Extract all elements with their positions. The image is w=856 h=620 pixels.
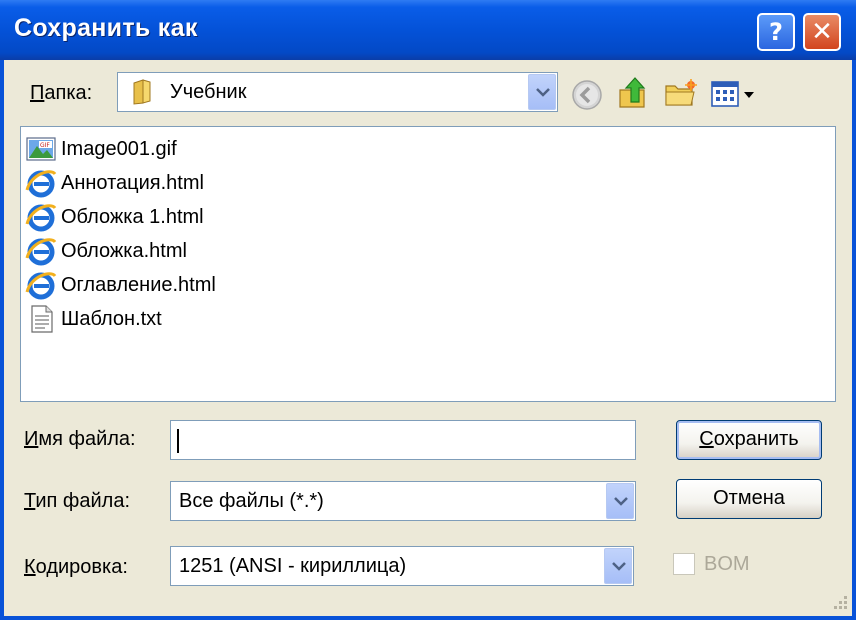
folder-icon — [133, 79, 151, 105]
ie-html-icon — [25, 238, 57, 266]
help-button[interactable]: ? — [757, 13, 795, 51]
encoding-label: Кодировка: — [24, 556, 128, 578]
filetype-dropdown-button[interactable] — [606, 483, 634, 519]
views-menu-icon[interactable] — [710, 80, 758, 108]
text-file-icon — [31, 305, 53, 333]
filetype-value: Все файлы (*.*) — [179, 490, 324, 512]
filename-label: Имя файла: — [24, 428, 136, 450]
text-caret — [177, 429, 179, 453]
resize-grip-icon[interactable] — [828, 592, 850, 614]
file-name: Обложка.html — [61, 239, 187, 262]
file-item[interactable]: Аннотация.html — [25, 167, 204, 199]
filename-input[interactable] — [170, 420, 636, 460]
folder-value: Учебник — [170, 81, 247, 103]
new-folder-icon[interactable] — [664, 78, 698, 108]
file-item[interactable]: Оглавление.html — [25, 269, 216, 301]
file-item[interactable]: Шаблон.txt — [25, 303, 162, 335]
bom-label: BOM — [704, 553, 750, 575]
ie-html-icon — [25, 170, 57, 198]
file-item[interactable]: Обложка 1.html — [25, 201, 204, 233]
chevron-down-icon — [612, 562, 626, 571]
window-border-left — [0, 60, 4, 620]
title-bar[interactable]: Сохранить как ? ✕ — [0, 0, 856, 60]
save-button[interactable]: Сохранить — [676, 420, 822, 460]
file-list[interactable]: GIF Image001.gif Аннотация.html Обложка … — [20, 126, 836, 402]
folder-select[interactable]: Учебник — [117, 72, 558, 112]
ie-html-icon — [25, 204, 57, 232]
window-title: Сохранить как — [14, 14, 198, 42]
gif-image-icon: GIF — [26, 137, 56, 161]
up-folder-icon[interactable] — [617, 76, 651, 110]
file-name: Оглавление.html — [61, 273, 216, 296]
ie-html-icon — [25, 272, 57, 300]
svg-text:GIF: GIF — [40, 142, 50, 149]
bom-checkbox[interactable] — [673, 553, 695, 575]
file-name: Image001.gif — [61, 137, 177, 160]
chevron-down-icon — [614, 497, 628, 506]
file-item[interactable]: Обложка.html — [25, 235, 187, 267]
folder-label: Папка: — [30, 82, 93, 104]
close-button[interactable]: ✕ — [803, 13, 841, 51]
encoding-select[interactable]: 1251 (ANSI - кириллица) — [170, 546, 634, 586]
cancel-button[interactable]: Отмена — [676, 479, 822, 519]
file-name: Обложка 1.html — [61, 205, 204, 228]
file-item[interactable]: GIF Image001.gif — [25, 133, 177, 165]
window-border-right — [852, 60, 856, 620]
chevron-down-icon — [536, 88, 550, 97]
filetype-label: Тип файла: — [24, 490, 131, 512]
file-name: Аннотация.html — [61, 171, 204, 194]
cancel-label: Отмена — [713, 487, 785, 509]
file-name: Шаблон.txt — [61, 307, 162, 330]
encoding-value: 1251 (ANSI - кириллица) — [179, 555, 407, 577]
encoding-dropdown-button[interactable] — [604, 548, 632, 584]
window-border-bottom — [0, 616, 856, 620]
folder-dropdown-button[interactable] — [528, 74, 556, 110]
filetype-select[interactable]: Все файлы (*.*) — [170, 481, 636, 521]
back-arrow-icon[interactable] — [571, 79, 603, 111]
